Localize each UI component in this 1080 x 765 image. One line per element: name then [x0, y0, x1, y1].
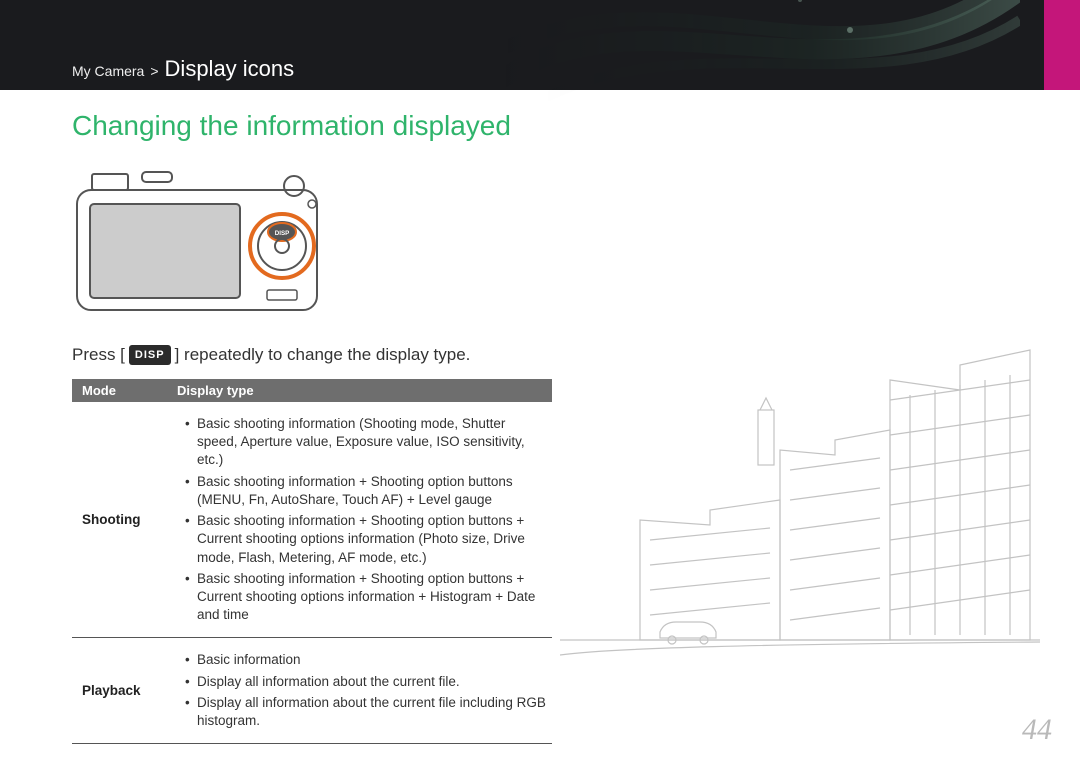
main-content: Changing the information displayed DISP … [72, 110, 552, 744]
list-item: Display all information about the curren… [185, 694, 546, 730]
disp-button-icon: DISP [129, 345, 171, 365]
instruction-suffix: ] repeatedly to change the display type. [175, 345, 471, 365]
header-accent-strip [1044, 0, 1080, 90]
instruction-prefix: Press [ [72, 345, 125, 365]
display-type-cell: Basic information Display all informatio… [167, 638, 552, 744]
background-cityscape-illustration [560, 340, 1040, 720]
camera-illustration: DISP [72, 160, 332, 320]
table-row: Shooting Basic shooting information (Sho… [72, 402, 552, 638]
header-swirl-decoration [500, 0, 1020, 120]
list-item: Basic information [185, 651, 546, 669]
list-item: Basic shooting information + Shooting op… [185, 512, 546, 567]
table-header-display-type: Display type [167, 379, 552, 402]
svg-text:DISP: DISP [275, 230, 289, 237]
table-row: Playback Basic information Display all i… [72, 638, 552, 744]
mode-cell-shooting: Shooting [72, 402, 167, 638]
display-type-cell: Basic shooting information (Shooting mod… [167, 402, 552, 638]
list-item: Basic shooting information + Shooting op… [185, 570, 546, 625]
breadcrumb: My Camera > Display icons [72, 56, 294, 82]
breadcrumb-current: Display icons [165, 56, 295, 82]
list-item: Basic shooting information + Shooting op… [185, 473, 546, 509]
breadcrumb-parent: My Camera [72, 63, 144, 79]
instruction-line: Press [ DISP ] repeatedly to change the … [72, 345, 552, 365]
display-type-table: Mode Display type Shooting Basic shootin… [72, 379, 552, 744]
header-bar: My Camera > Display icons [0, 0, 1080, 90]
page-heading: Changing the information displayed [72, 110, 552, 142]
breadcrumb-separator: > [150, 63, 158, 79]
mode-cell-playback: Playback [72, 638, 167, 744]
page-number: 44 [1022, 713, 1052, 747]
list-item: Display all information about the curren… [185, 673, 546, 691]
table-header-mode: Mode [72, 379, 167, 402]
list-item: Basic shooting information (Shooting mod… [185, 415, 546, 470]
